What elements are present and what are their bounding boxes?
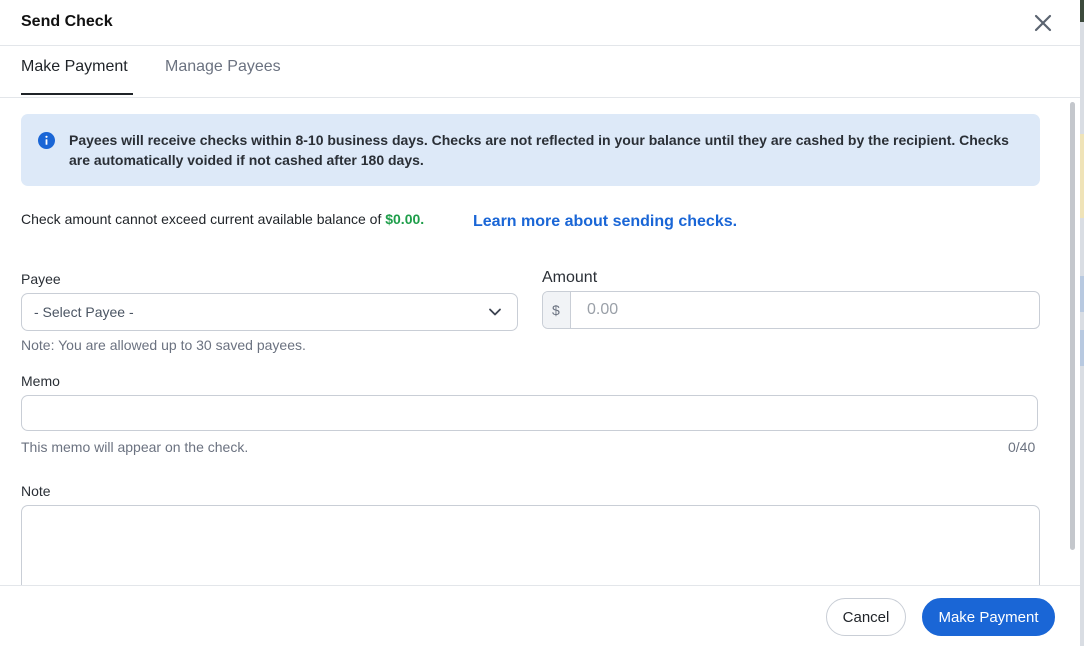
send-check-dialog: Send Check Make Payment Manage Payees Pa…	[0, 0, 1080, 647]
amount-input[interactable]	[571, 292, 1039, 328]
info-icon	[38, 132, 55, 149]
dialog-footer: Cancel Make Payment	[0, 585, 1080, 647]
payee-limit-note: Note: You are allowed up to 30 saved pay…	[21, 337, 306, 353]
tab-manage-payees[interactable]: Manage Payees	[165, 58, 281, 76]
content-scrollbar[interactable]	[1068, 98, 1078, 585]
memo-hint: This memo will appear on the check.	[21, 439, 249, 455]
tab-bar: Make Payment Manage Payees	[0, 46, 1080, 98]
dialog-title: Send Check	[21, 13, 113, 30]
active-tab-indicator	[21, 93, 133, 95]
payee-label: Payee	[21, 271, 61, 287]
learn-more-link[interactable]: Learn more about sending checks.	[473, 213, 737, 231]
background-edge-mark	[1080, 0, 1084, 22]
memo-input[interactable]	[21, 395, 1038, 431]
amount-field-group: $	[542, 291, 1040, 329]
memo-label: Memo	[21, 373, 60, 389]
make-payment-button[interactable]: Make Payment	[922, 598, 1055, 636]
note-textarea[interactable]	[21, 505, 1040, 585]
close-button[interactable]	[1030, 10, 1056, 36]
payee-select-value: - Select Payee -	[34, 304, 134, 320]
info-text: Payees will receive checks within 8-10 b…	[69, 132, 1009, 168]
close-icon	[1034, 14, 1052, 32]
note-label: Note	[21, 483, 51, 499]
currency-prefix: $	[543, 292, 571, 328]
background-edge-mark	[1080, 134, 1084, 218]
cancel-button[interactable]: Cancel	[826, 598, 906, 636]
background-edge-mark	[1080, 330, 1084, 366]
info-banner: Payees will receive checks within 8-10 b…	[21, 114, 1040, 186]
background-page-edge	[1080, 0, 1084, 646]
memo-char-counter: 0/40	[1008, 439, 1036, 455]
balance-notice-text: Check amount cannot exceed current avail…	[21, 211, 382, 227]
dialog-content: Payees will receive checks within 8-10 b…	[0, 98, 1068, 585]
amount-label: Amount	[542, 269, 598, 286]
currency-symbol: $	[552, 302, 560, 318]
available-balance: $0.00.	[385, 211, 425, 227]
payee-select[interactable]: - Select Payee -	[21, 293, 518, 331]
dialog-header: Send Check	[0, 0, 1080, 46]
chevron-down-icon	[489, 308, 501, 316]
tab-make-payment[interactable]: Make Payment	[21, 58, 128, 76]
balance-notice: Check amount cannot exceed current avail…	[21, 211, 424, 227]
background-edge-mark	[1080, 276, 1084, 312]
scrollbar-thumb[interactable]	[1070, 102, 1075, 550]
